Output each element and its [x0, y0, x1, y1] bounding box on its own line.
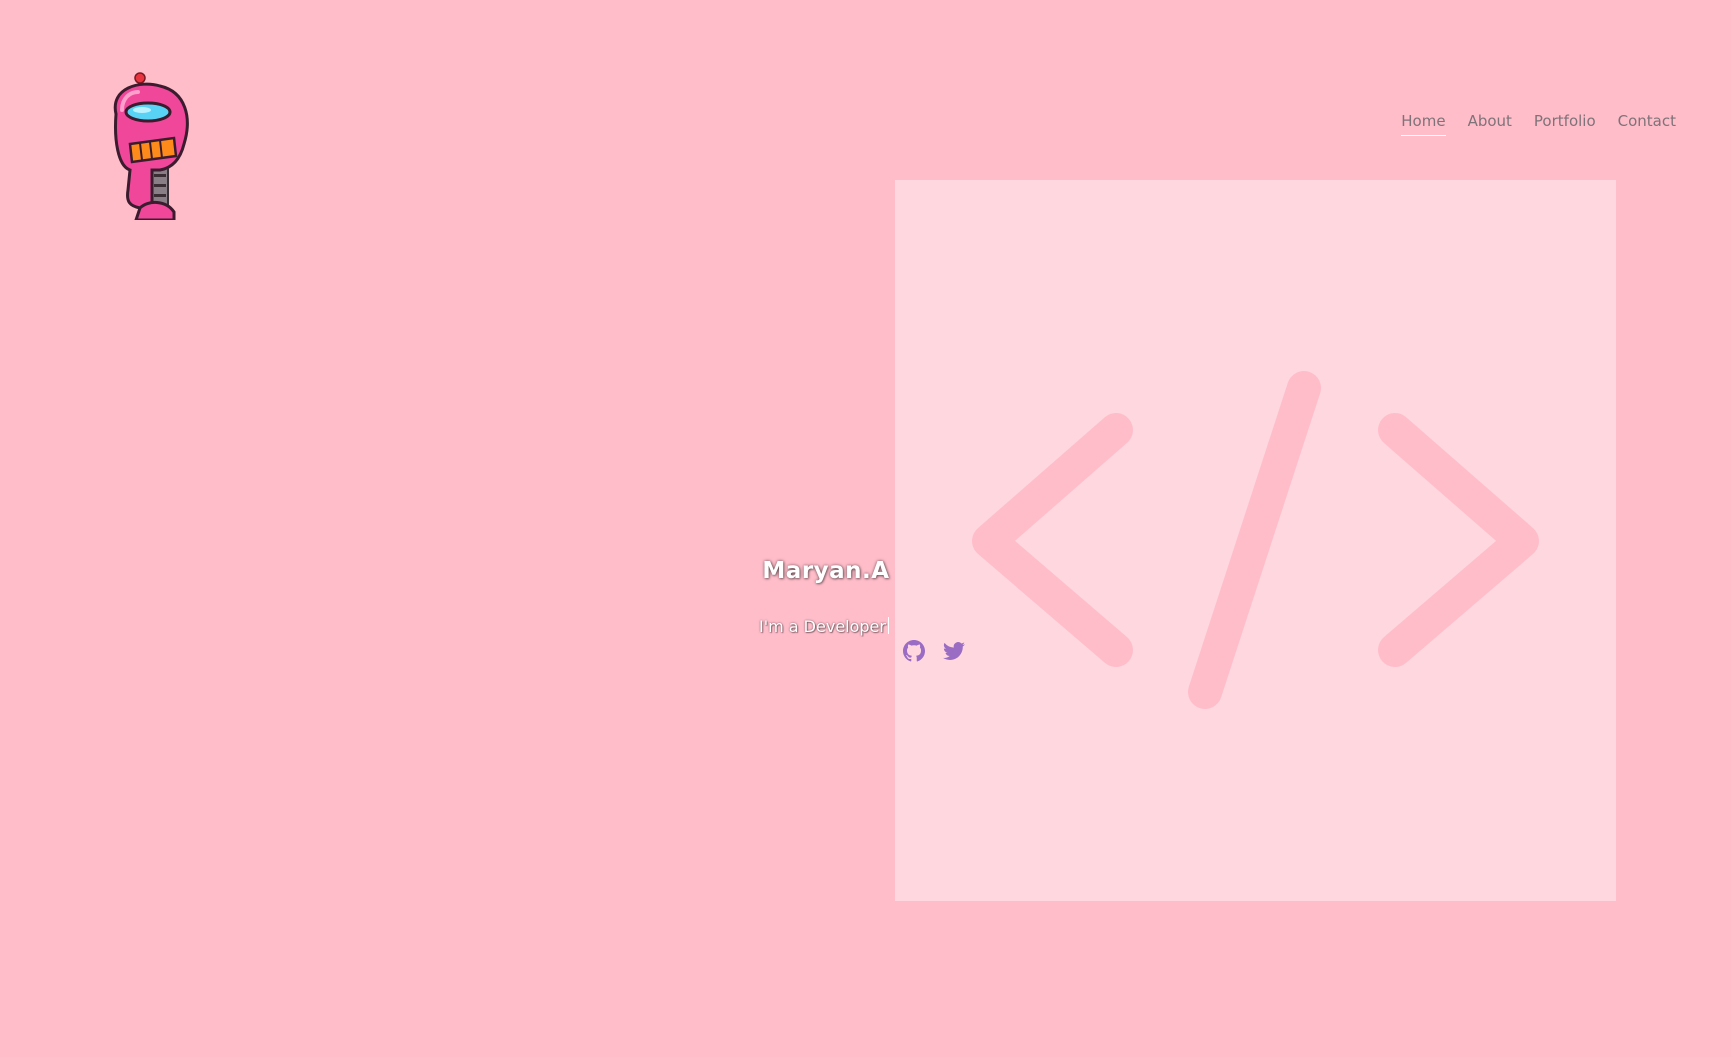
- hero-subtitle-text: I'm a Developer: [759, 617, 886, 636]
- twitter-link[interactable]: [943, 640, 965, 662]
- main-nav: Home About Portfolio Contact: [1401, 112, 1676, 136]
- twitter-icon: [943, 642, 965, 660]
- github-link[interactable]: [903, 640, 925, 662]
- code-brackets-icon: [972, 371, 1539, 709]
- nav-home[interactable]: Home: [1401, 112, 1446, 136]
- nav-portfolio[interactable]: Portfolio: [1534, 112, 1596, 136]
- hero-name: Maryan.A: [762, 558, 890, 584]
- typing-cursor: [887, 617, 890, 634]
- nav-about[interactable]: About: [1468, 112, 1512, 136]
- hero-subtitle: I'm a Developer: [759, 617, 890, 636]
- nav-contact[interactable]: Contact: [1618, 112, 1676, 136]
- github-icon: [903, 640, 925, 662]
- social-links: [903, 640, 965, 662]
- robot-logo-icon[interactable]: [100, 70, 200, 222]
- hero-code-panel: [895, 180, 1616, 901]
